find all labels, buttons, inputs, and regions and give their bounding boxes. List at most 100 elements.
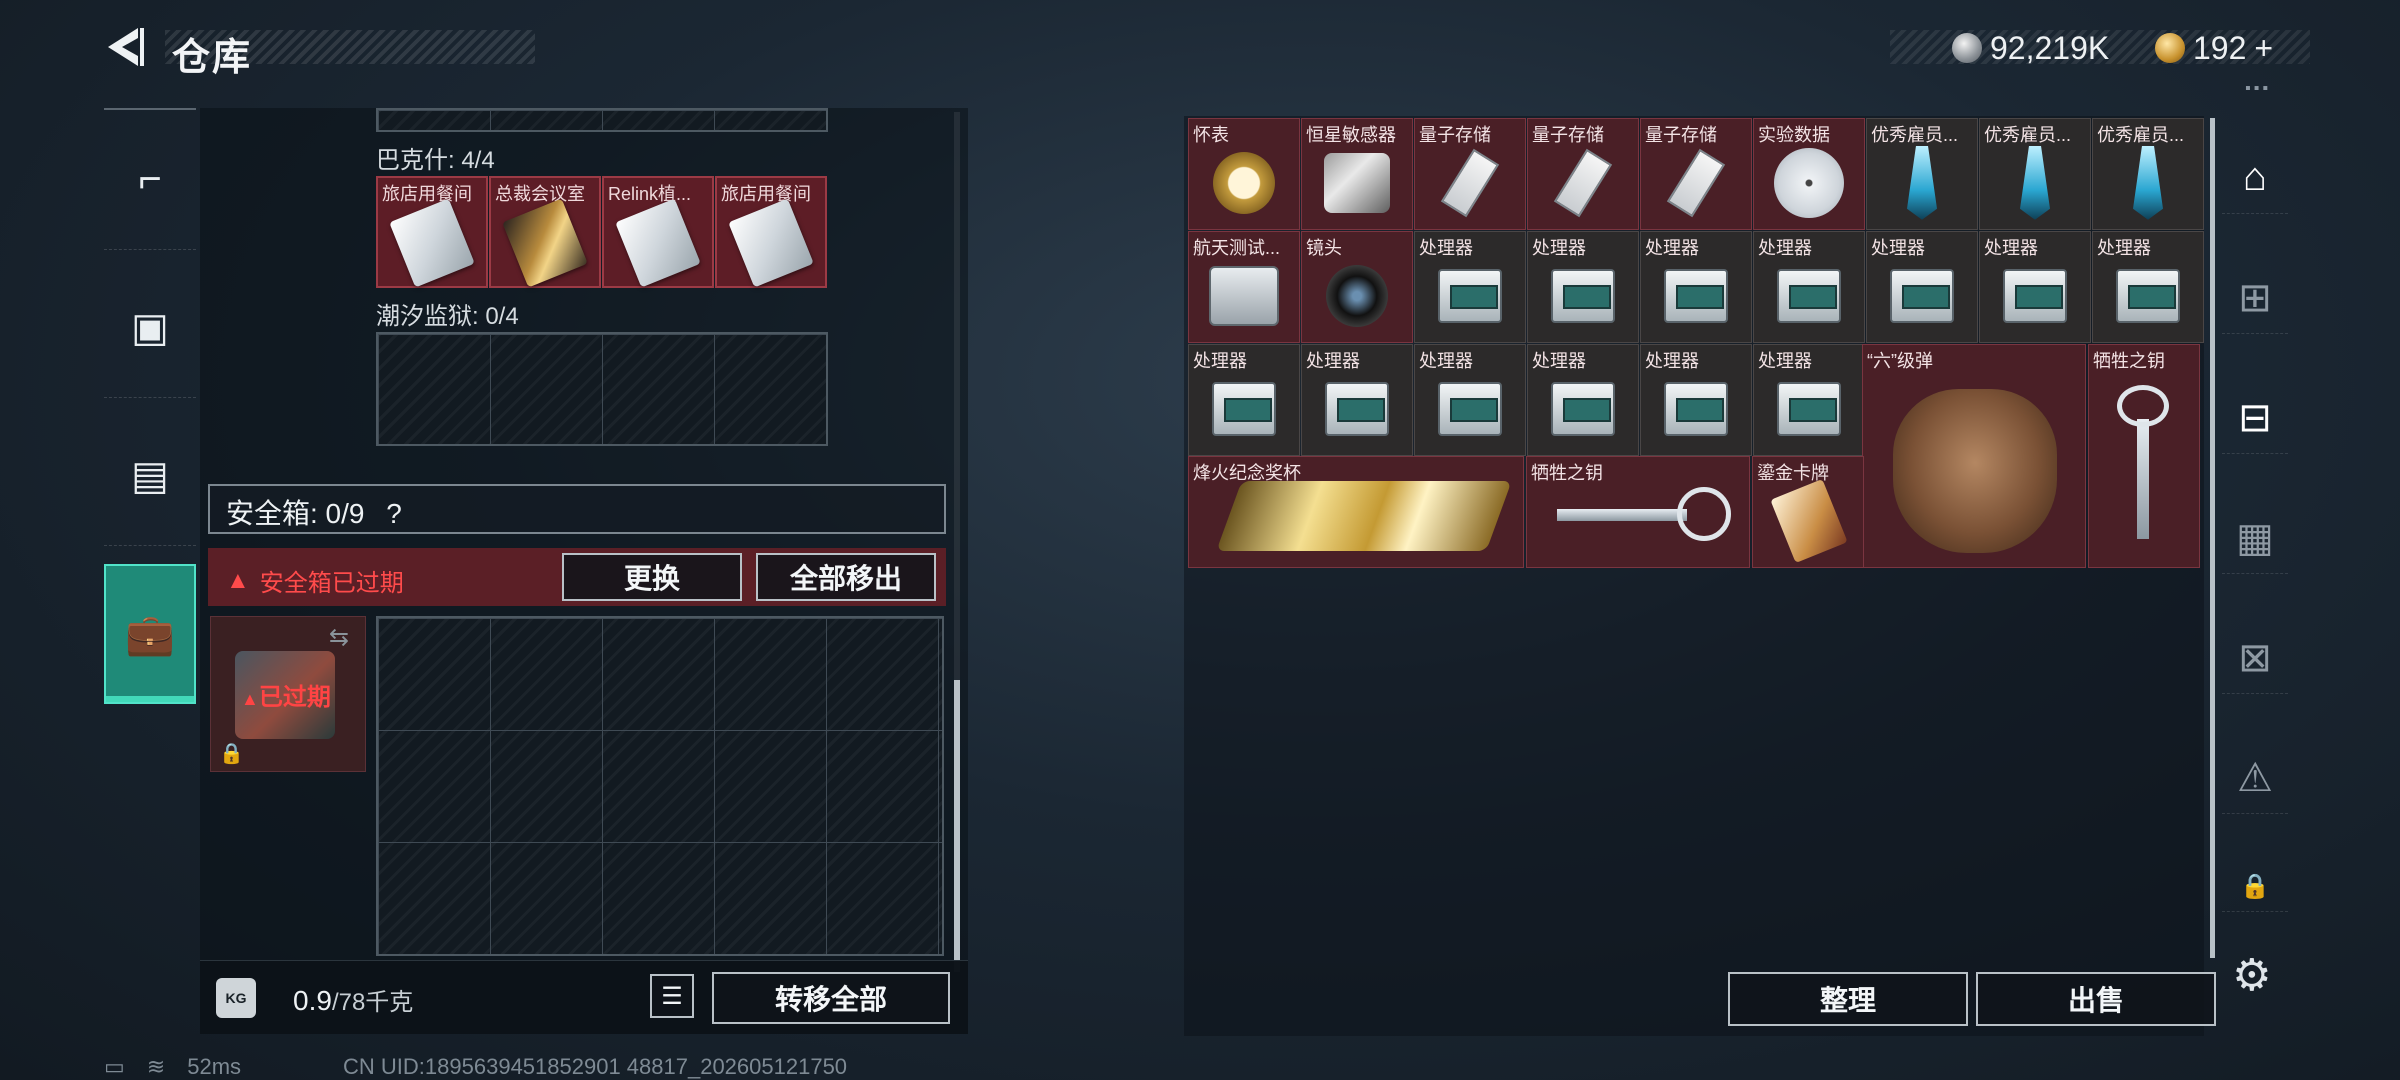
right-nav: ⌂ ⊞ ⊟ ▦ ⊠ ⚠ 🔒: [2222, 120, 2288, 960]
replace-button[interactable]: 更换: [562, 553, 742, 601]
weight-value: 0.9/78千克: [293, 985, 414, 1016]
gold-coin-icon: [2155, 33, 2185, 63]
stash-item[interactable]: 量子存储: [1414, 118, 1526, 230]
swap-icon[interactable]: ⇆: [329, 623, 349, 652]
left-scrollbar-thumb[interactable]: [954, 680, 960, 960]
stash-item[interactable]: 量子存储: [1527, 118, 1639, 230]
ping-text: 52ms: [187, 1054, 242, 1079]
key-case-icon: ⊟: [2238, 395, 2272, 440]
item-gilded-card[interactable]: 鎏金卡牌: [1752, 456, 1864, 568]
nav-weapons[interactable]: ⌐: [104, 110, 196, 250]
nav-safebox[interactable]: 💼: [104, 564, 196, 704]
stash-item[interactable]: 处理器: [1527, 231, 1639, 343]
sensor-icon: [1324, 152, 1390, 213]
stash-item[interactable]: 航天测试...: [1188, 231, 1300, 343]
key-slot[interactable]: 旅店用餐间: [376, 176, 488, 288]
item-sacrifice-key-wide[interactable]: 牺牲之钥: [1526, 456, 1750, 568]
stash-item[interactable]: 处理器: [1753, 344, 1865, 456]
weapon-rack-tab[interactable]: ⊞: [2222, 262, 2288, 334]
key-slot[interactable]: 旅店用餐间: [715, 176, 827, 288]
stash-item[interactable]: 优秀雇员...: [1866, 118, 1978, 230]
key-slot[interactable]: Relink植...: [602, 176, 714, 288]
safebox-grid[interactable]: [376, 616, 944, 956]
menu-dots-icon[interactable]: ▪▪▪: [2245, 80, 2271, 98]
vest-icon: ▤: [131, 453, 169, 498]
safebox-case[interactable]: ⇆ ▲已过期 🔒: [210, 616, 366, 772]
stash-item[interactable]: 怀表: [1188, 118, 1300, 230]
sort-button[interactable]: 整理: [1728, 972, 1968, 1026]
usb-icon: [1666, 148, 1726, 218]
stash-item[interactable]: 处理器: [1301, 344, 1413, 456]
nav-backpack[interactable]: ▣: [104, 258, 196, 398]
move-all-out-button[interactable]: 全部移出: [756, 553, 936, 601]
stash-item[interactable]: 优秀雇员...: [1979, 118, 2091, 230]
stash-scrollbar[interactable]: [2210, 118, 2215, 958]
add-gold-icon[interactable]: +: [2254, 30, 2273, 67]
stash-item[interactable]: 处理器: [1640, 231, 1752, 343]
stash-item[interactable]: 处理器: [1866, 231, 1978, 343]
storage-tab[interactable]: ⌂: [2222, 142, 2288, 214]
help-icon[interactable]: ?: [386, 498, 402, 529]
special-tab[interactable]: ⊠: [2222, 622, 2288, 694]
stash-item[interactable]: 镜头: [1301, 231, 1413, 343]
item-trophy[interactable]: 烽火纪念奖杯: [1188, 456, 1524, 568]
back-button[interactable]: [98, 22, 148, 72]
stash-item[interactable]: 实验数据: [1753, 118, 1865, 230]
stash-item[interactable]: 处理器: [1753, 231, 1865, 343]
lock-icon: 🔒: [2240, 873, 2270, 900]
crate-icon: ⊞: [2238, 275, 2272, 320]
key-icon: [1557, 509, 1687, 521]
crystal-icon: [2133, 145, 2163, 220]
item-hand-grenade[interactable]: “六”级弹: [1862, 344, 2086, 568]
usb-icon: [1553, 148, 1613, 218]
stash-item[interactable]: 处理器: [1414, 344, 1526, 456]
list-view-button[interactable]: ☰: [650, 974, 694, 1018]
stash-item[interactable]: 处理器: [1527, 344, 1639, 456]
chaoxi-key-slots[interactable]: [376, 332, 828, 446]
battery-icon: ▭: [104, 1054, 125, 1079]
proc-icon: [2003, 268, 2067, 323]
sell-button[interactable]: 出售: [1976, 972, 2216, 1026]
disc-icon: [1774, 147, 1844, 218]
nav-vest[interactable]: ▤: [104, 406, 196, 546]
stash-item[interactable]: 处理器: [1188, 344, 1300, 456]
stash-item[interactable]: 处理器: [2092, 231, 2204, 343]
watch-icon: [1213, 151, 1275, 214]
stash-item[interactable]: 恒星敏感器: [1301, 118, 1413, 230]
collection-tab[interactable]: ▦: [2222, 502, 2288, 574]
proc-icon: [1777, 268, 1841, 323]
wifi-icon: ≋: [146, 1054, 166, 1079]
transfer-all-button[interactable]: 转移全部: [712, 972, 950, 1024]
stash-item[interactable]: 处理器: [1640, 344, 1752, 456]
proc-icon: [2116, 268, 2180, 323]
lock-icon: 🔒: [219, 743, 244, 765]
chaoxi-label: 潮汐监狱: 0/4: [376, 303, 519, 330]
stash-item[interactable]: 量子存储: [1640, 118, 1752, 230]
briefcase-icon: 💼: [125, 612, 175, 657]
proc-icon: [1551, 381, 1615, 436]
hand-sculpture-icon: [1893, 389, 2057, 553]
keycard-icon: [728, 198, 814, 288]
warning-box-icon: ⚠: [2237, 755, 2273, 800]
trophy-icon: [1216, 481, 1512, 551]
keycard-icon: [389, 198, 475, 288]
safebox-title: 安全箱: 0/9 ?: [226, 498, 402, 529]
stash-item[interactable]: 优秀雇员...: [2092, 118, 2204, 230]
stash-item[interactable]: 处理器: [1979, 231, 2091, 343]
warning-tab[interactable]: ⚠: [2222, 742, 2288, 814]
weight-icon: KG: [216, 978, 256, 1018]
keycard-icon: [615, 198, 701, 288]
gun-icon: ⌐: [138, 157, 162, 201]
proc-icon: [1438, 268, 1502, 323]
item-sacrifice-key-tall[interactable]: 牺牲之钥: [2088, 344, 2200, 568]
stash-item[interactable]: 处理器: [1414, 231, 1526, 343]
keys-tab[interactable]: ⊟: [2222, 382, 2288, 454]
gold-currency[interactable]: 192 +: [2155, 28, 2273, 68]
proc-icon: [1325, 381, 1389, 436]
settings-gear-icon[interactable]: ⚙: [2232, 950, 2271, 1001]
usb-icon: [1440, 148, 1500, 218]
arch-icon: ⌂: [2242, 155, 2268, 199]
key-slot[interactable]: 总裁会议室: [489, 176, 601, 288]
backpack-icon: ▣: [131, 305, 169, 350]
silver-currency: 92,219K: [1952, 28, 2109, 68]
